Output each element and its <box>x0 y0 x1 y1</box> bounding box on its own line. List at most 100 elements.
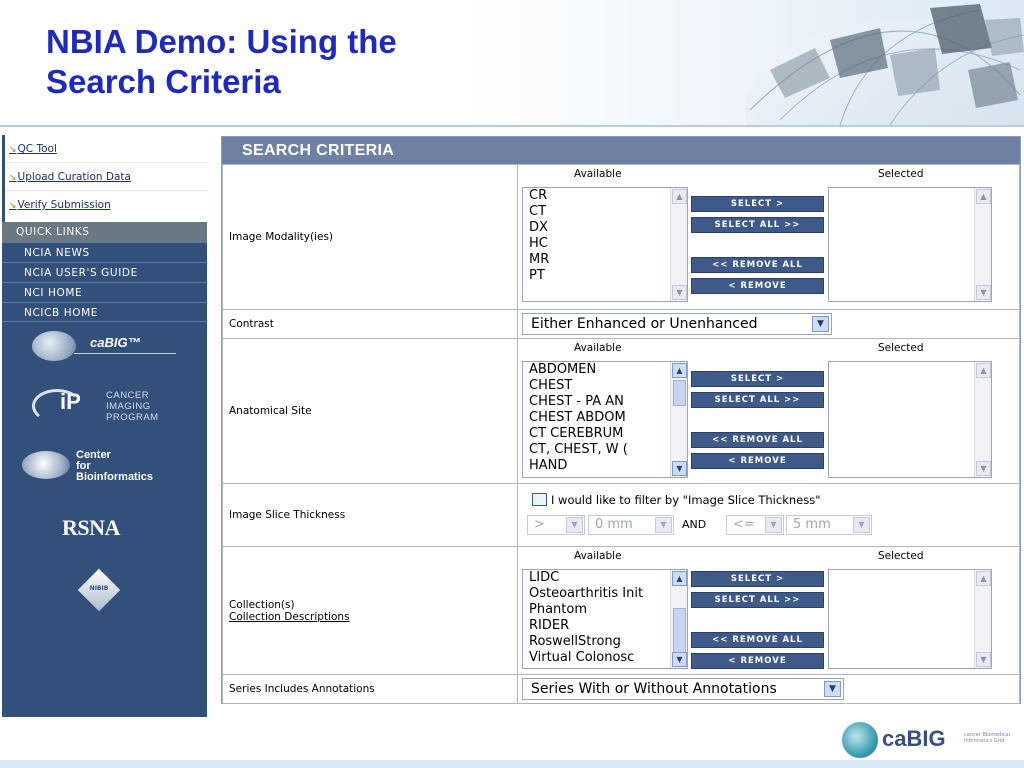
collection-descriptions-link[interactable]: Collection Descriptions <box>229 611 350 623</box>
thickness-operator-2-select[interactable]: <= ▼ <box>726 515 784 535</box>
scroll-down-icon[interactable]: ▼ <box>976 461 991 476</box>
annotations-row: Series Includes Annotations Series With … <box>222 674 1020 704</box>
quick-link-ncia-news[interactable]: NCIA NEWS <box>2 242 207 262</box>
list-item[interactable]: CT <box>523 204 687 220</box>
select-button[interactable]: SELECT > <box>691 571 824 587</box>
slide-header: NBIA Demo: Using the Search Criteria <box>0 0 1024 125</box>
chevron-down-icon[interactable]: ▼ <box>853 517 870 533</box>
scrollbar[interactable]: ▲ ▼ <box>974 570 991 668</box>
list-item[interactable]: LIDC <box>523 570 687 586</box>
collection-available-list[interactable]: LIDC Osteoarthritis Init Phantom RIDER R… <box>522 569 688 669</box>
scroll-up-icon[interactable]: ▲ <box>672 189 687 204</box>
select-all-button[interactable]: SELECT ALL >> <box>691 592 824 608</box>
scroll-up-icon[interactable]: ▲ <box>976 363 991 378</box>
list-item[interactable]: DX <box>523 220 687 236</box>
select-all-button[interactable]: SELECT ALL >> <box>691 217 824 233</box>
slice-thickness-controls: I would like to filter by "Image Slice T… <box>517 483 1020 547</box>
list-item[interactable]: RIDER <box>523 618 687 634</box>
scrollbar[interactable]: ▲ ▼ <box>974 362 991 477</box>
list-item[interactable]: CHEST ABDOM <box>523 410 687 426</box>
slide-title-line2: Search Criteria <box>46 63 281 100</box>
scrollbar[interactable]: ▲ ▼ <box>974 188 991 301</box>
contrast-select[interactable]: Either Enhanced or Unenhanced ▼ <box>522 313 832 335</box>
remove-button[interactable]: < REMOVE <box>691 653 824 669</box>
quick-link-ncicb-home[interactable]: NCICB HOME <box>2 302 207 322</box>
nav-link-qc-tool[interactable]: ↘QC Tool <box>5 135 207 163</box>
list-item[interactable]: Osteoarthritis Init <box>523 586 687 602</box>
contrast-label: Contrast <box>222 309 518 339</box>
list-item[interactable]: CT, CHEST, W ( <box>523 442 687 458</box>
scroll-down-icon[interactable]: ▼ <box>672 461 687 476</box>
nav-link-verify-submission[interactable]: ↘Verify Submission <box>5 191 207 219</box>
list-item[interactable]: PT <box>523 268 687 284</box>
modality-selected-list[interactable]: ▲ ▼ <box>828 187 992 302</box>
quick-link-nci-home[interactable]: NCI HOME <box>2 282 207 302</box>
remove-all-button[interactable]: << REMOVE ALL <box>691 257 824 273</box>
thickness-value-1-select[interactable]: 0 mm ▼ <box>588 515 674 535</box>
scroll-down-icon[interactable]: ▼ <box>672 652 687 667</box>
cabig-logo[interactable]: caBIG™ <box>2 327 207 367</box>
modality-available-list[interactable]: CR CT DX HC MR PT ▲ ▼ <box>522 187 688 302</box>
left-nav: ↘QC Tool ↘Upload Curation Data ↘Verify S… <box>2 135 207 717</box>
scroll-down-icon[interactable]: ▼ <box>672 285 687 300</box>
footer-bar <box>0 760 1024 768</box>
center-for-bioinformatics-logo[interactable]: Center for Bioinformatics <box>2 447 207 487</box>
chevron-down-icon[interactable]: ▼ <box>824 681 841 697</box>
list-item[interactable]: CT CEREBRUM <box>523 426 687 442</box>
select-button[interactable]: SELECT > <box>691 196 824 212</box>
selected-heading: Selected <box>878 550 924 562</box>
modality-label: Image Modality(ies) <box>222 164 518 310</box>
cancer-imaging-program-logo[interactable]: iP CANCER IMAGING PROGRAM <box>2 385 207 425</box>
remove-button[interactable]: < REMOVE <box>691 278 824 294</box>
nav-link-label: Upload Curation Data <box>17 171 131 183</box>
list-item[interactable]: Virtual Colonosc <box>523 650 687 666</box>
list-item[interactable]: HC <box>523 236 687 252</box>
header-divider <box>0 125 1024 127</box>
scrollbar[interactable]: ▲ ▼ <box>670 362 687 477</box>
list-item[interactable]: HAND <box>523 458 687 474</box>
rsna-logo-text: RSNA <box>62 515 120 540</box>
list-item[interactable]: Phantom <box>523 602 687 618</box>
scroll-down-icon[interactable]: ▼ <box>976 652 991 667</box>
cip-line1: CANCER <box>106 390 150 401</box>
scroll-up-icon[interactable]: ▲ <box>976 189 991 204</box>
chevron-down-icon[interactable]: ▼ <box>655 517 672 533</box>
anatomical-available-list[interactable]: ABDOMEN CHEST CHEST - PA AN CHEST ABDOM … <box>522 361 688 478</box>
collection-selected-list[interactable]: ▲ ▼ <box>828 569 992 669</box>
list-item[interactable]: CHEST - PA AN <box>523 394 687 410</box>
nibib-logo[interactable]: NIBIB <box>2 568 207 615</box>
list-item[interactable]: CR <box>523 188 687 204</box>
remove-all-button[interactable]: << REMOVE ALL <box>691 432 824 448</box>
select-all-button[interactable]: SELECT ALL >> <box>691 392 824 408</box>
contrast-select-value: Either Enhanced or Unenhanced <box>531 316 758 332</box>
chevron-down-icon[interactable]: ▼ <box>765 517 782 533</box>
list-item[interactable]: MR <box>523 252 687 268</box>
chevron-down-icon[interactable]: ▼ <box>812 316 829 332</box>
remove-all-button[interactable]: << REMOVE ALL <box>691 632 824 648</box>
scroll-thumb[interactable] <box>673 380 686 406</box>
scroll-thumb[interactable] <box>673 608 686 656</box>
quick-link-ncia-users-guide[interactable]: NCIA USER'S GUIDE <box>2 262 207 282</box>
list-item[interactable]: RoswellStrong <box>523 634 687 650</box>
nav-link-upload-curation[interactable]: ↘Upload Curation Data <box>5 163 207 191</box>
anatomical-selected-list[interactable]: ▲ ▼ <box>828 361 992 478</box>
scroll-down-icon[interactable]: ▼ <box>976 285 991 300</box>
list-item[interactable]: ABDOMEN <box>523 362 687 378</box>
cabig-logo-text: caBIG™ <box>90 335 141 350</box>
cabig-logo-underline <box>74 353 176 354</box>
nav-top-links: ↘QC Tool ↘Upload Curation Data ↘Verify S… <box>2 135 207 222</box>
thickness-value-2-select[interactable]: 5 mm ▼ <box>786 515 872 535</box>
scroll-up-icon[interactable]: ▲ <box>672 571 687 586</box>
scrollbar[interactable]: ▲ ▼ <box>670 570 687 668</box>
remove-button[interactable]: < REMOVE <box>691 453 824 469</box>
chevron-down-icon[interactable]: ▼ <box>566 517 583 533</box>
scroll-up-icon[interactable]: ▲ <box>976 571 991 586</box>
select-button[interactable]: SELECT > <box>691 371 824 387</box>
annotations-select[interactable]: Series With or Without Annotations ▼ <box>522 678 844 700</box>
scrollbar[interactable]: ▲ ▼ <box>670 188 687 301</box>
slice-thickness-checkbox[interactable] <box>532 493 547 506</box>
thickness-operator-1-select[interactable]: > ▼ <box>527 515 585 535</box>
rsna-logo[interactable]: RSNA <box>2 513 207 543</box>
scroll-up-icon[interactable]: ▲ <box>672 363 687 378</box>
list-item[interactable]: CHEST <box>523 378 687 394</box>
